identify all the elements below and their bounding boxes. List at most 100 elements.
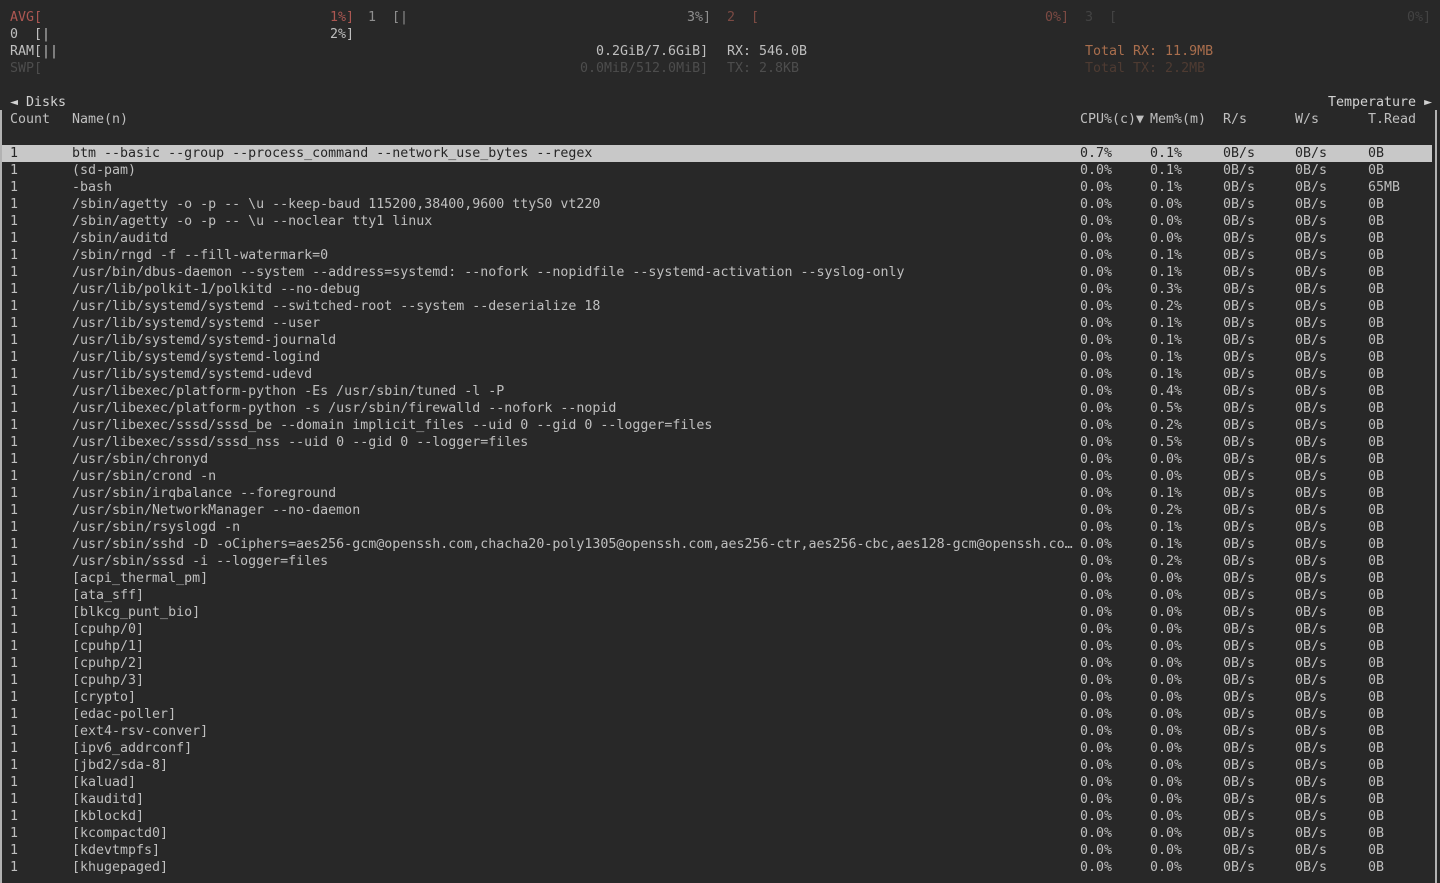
- process-total-read-cell: 0B: [1368, 485, 1384, 502]
- process-row[interactable]: 1 [cpuhp/2] 0.0% 0.0% 0B/s 0B/s 0B: [2, 655, 1432, 672]
- process-row[interactable]: 1 [crypto] 0.0% 0.0% 0B/s 0B/s 0B: [2, 689, 1432, 706]
- column-header-count[interactable]: Count: [10, 111, 50, 128]
- process-write-rate-cell: 0B/s: [1295, 247, 1327, 264]
- process-row[interactable]: 1 [ipv6_addrconf] 0.0% 0.0% 0B/s 0B/s 0B: [2, 740, 1432, 757]
- process-row[interactable]: 1 /usr/lib/systemd/systemd --switched-ro…: [2, 298, 1432, 315]
- process-row[interactable]: 1 /usr/lib/systemd/systemd-udevd 0.0% 0.…: [2, 366, 1432, 383]
- process-command-cell: [cpuhp/3]: [72, 672, 144, 689]
- column-header-read-rate[interactable]: R/s: [1223, 111, 1247, 128]
- process-command-cell: /sbin/agetty -o -p -- \u --keep-baud 115…: [72, 196, 600, 213]
- process-count-cell: 1: [10, 383, 18, 400]
- process-write-rate-cell: 0B/s: [1295, 451, 1327, 468]
- process-read-rate-cell: 0B/s: [1223, 723, 1255, 740]
- process-count-cell: 1: [10, 162, 18, 179]
- process-total-read-cell: 0B: [1368, 213, 1384, 230]
- process-row[interactable]: 1 [kauditd] 0.0% 0.0% 0B/s 0B/s 0B: [2, 791, 1432, 808]
- process-count-cell: 1: [10, 604, 18, 621]
- process-row[interactable]: 1 /usr/sbin/sssd -i --logger=files 0.0% …: [2, 553, 1432, 570]
- process-row[interactable]: 1 /usr/lib/polkit-1/polkitd --no-debug 0…: [2, 281, 1432, 298]
- process-count-cell: 1: [10, 366, 18, 383]
- cpu-avg-label: AVG[: [10, 9, 42, 26]
- process-row[interactable]: 1 [kblockd] 0.0% 0.0% 0B/s 0B/s 0B: [2, 808, 1432, 825]
- table-nav-bar: ◄ Disks Temperature ►: [0, 94, 1440, 111]
- process-write-rate-cell: 0B/s: [1295, 740, 1327, 757]
- process-mem-cell: 0.5%: [1150, 434, 1182, 451]
- process-row[interactable]: 1 /usr/lib/systemd/systemd-logind 0.0% 0…: [2, 349, 1432, 366]
- process-mem-cell: 0.1%: [1150, 332, 1182, 349]
- process-row[interactable]: 1 /usr/libexec/sssd/sssd_nss --uid 0 --g…: [2, 434, 1432, 451]
- process-cpu-cell: 0.0%: [1080, 383, 1112, 400]
- process-row[interactable]: 1 /usr/libexec/platform-python -Es /usr/…: [2, 383, 1432, 400]
- process-write-rate-cell: 0B/s: [1295, 774, 1327, 791]
- process-row[interactable]: 1 [edac-poller] 0.0% 0.0% 0B/s 0B/s 0B: [2, 706, 1432, 723]
- process-total-read-cell: 0B: [1368, 757, 1384, 774]
- process-command-cell: [cpuhp/2]: [72, 655, 144, 672]
- process-count-cell: 1: [10, 281, 18, 298]
- table-right-border: [1435, 110, 1437, 883]
- process-row[interactable]: 1 /sbin/agetty -o -p -- \u --noclear tty…: [2, 213, 1432, 230]
- process-count-cell: 1: [10, 519, 18, 536]
- process-row[interactable]: 1 /usr/sbin/chronyd 0.0% 0.0% 0B/s 0B/s …: [2, 451, 1432, 468]
- process-row[interactable]: 1 /usr/libexec/sssd/sssd_be --domain imp…: [2, 417, 1432, 434]
- column-header-mem[interactable]: Mem%(m): [1150, 111, 1206, 128]
- process-command-cell: [ipv6_addrconf]: [72, 740, 192, 757]
- process-total-read-cell: 0B: [1368, 383, 1384, 400]
- process-read-rate-cell: 0B/s: [1223, 315, 1255, 332]
- process-row[interactable]: 1 [blkcg_punt_bio] 0.0% 0.0% 0B/s 0B/s 0…: [2, 604, 1432, 621]
- process-row[interactable]: 1 [kdevtmpfs] 0.0% 0.0% 0B/s 0B/s 0B: [2, 842, 1432, 859]
- process-total-read-cell: 0B: [1368, 230, 1384, 247]
- process-row[interactable]: 1 /usr/sbin/NetworkManager --no-daemon 0…: [2, 502, 1432, 519]
- process-count-cell: 1: [10, 825, 18, 842]
- process-write-rate-cell: 0B/s: [1295, 400, 1327, 417]
- process-row[interactable]: 1 [kcompactd0] 0.0% 0.0% 0B/s 0B/s 0B: [2, 825, 1432, 842]
- process-row[interactable]: 1 [kaluad] 0.0% 0.0% 0B/s 0B/s 0B: [2, 774, 1432, 791]
- process-row[interactable]: 1 [khugepaged] 0.0% 0.0% 0B/s 0B/s 0B: [2, 859, 1432, 876]
- process-command-cell: btm --basic --group --process_command --…: [72, 145, 592, 162]
- column-header-write-rate[interactable]: W/s: [1295, 111, 1319, 128]
- process-write-rate-cell: 0B/s: [1295, 298, 1327, 315]
- process-row[interactable]: 1 /usr/lib/systemd/systemd-journald 0.0%…: [2, 332, 1432, 349]
- process-row[interactable]: 1 /usr/lib/systemd/systemd --user 0.0% 0…: [2, 315, 1432, 332]
- process-row[interactable]: 1 [cpuhp/3] 0.0% 0.0% 0B/s 0B/s 0B: [2, 672, 1432, 689]
- process-row[interactable]: 1 /usr/sbin/rsyslogd -n 0.0% 0.1% 0B/s 0…: [2, 519, 1432, 536]
- process-count-cell: 1: [10, 621, 18, 638]
- process-row[interactable]: 1 /sbin/rngd -f --fill-watermark=0 0.0% …: [2, 247, 1432, 264]
- process-command-cell: /usr/libexec/platform-python -s /usr/sbi…: [72, 400, 616, 417]
- process-row[interactable]: 1 /usr/libexec/platform-python -s /usr/s…: [2, 400, 1432, 417]
- process-row[interactable]: 1 btm --basic --group --process_command …: [2, 145, 1432, 162]
- nav-next-temperature-button[interactable]: Temperature ►: [1328, 94, 1432, 111]
- cpu2-label: 2 [: [727, 9, 759, 26]
- process-row[interactable]: 1 /usr/sbin/crond -n 0.0% 0.0% 0B/s 0B/s…: [2, 468, 1432, 485]
- process-row[interactable]: 1 [jbd2/sda-8] 0.0% 0.0% 0B/s 0B/s 0B: [2, 757, 1432, 774]
- process-write-rate-cell: 0B/s: [1295, 366, 1327, 383]
- process-count-cell: 1: [10, 706, 18, 723]
- nav-prev-disks-button[interactable]: ◄ Disks: [10, 94, 66, 111]
- process-row[interactable]: 1 [cpuhp/1] 0.0% 0.0% 0B/s 0B/s 0B: [2, 638, 1432, 655]
- column-header-total-read[interactable]: T.Read: [1368, 111, 1416, 128]
- process-read-rate-cell: 0B/s: [1223, 162, 1255, 179]
- process-row[interactable]: 1 [cpuhp/0] 0.0% 0.0% 0B/s 0B/s 0B: [2, 621, 1432, 638]
- process-mem-cell: 0.1%: [1150, 349, 1182, 366]
- process-row[interactable]: 1 [ata_sff] 0.0% 0.0% 0B/s 0B/s 0B: [2, 587, 1432, 604]
- process-row[interactable]: 1 [ext4-rsv-conver] 0.0% 0.0% 0B/s 0B/s …: [2, 723, 1432, 740]
- process-mem-cell: 0.1%: [1150, 315, 1182, 332]
- process-row[interactable]: 1 [acpi_thermal_pm] 0.0% 0.0% 0B/s 0B/s …: [2, 570, 1432, 587]
- process-row[interactable]: 1 -bash 0.0% 0.1% 0B/s 0B/s 65MB: [2, 179, 1432, 196]
- column-header-cpu-sorted[interactable]: CPU%(c)▼: [1080, 111, 1144, 128]
- process-count-cell: 1: [10, 587, 18, 604]
- process-row[interactable]: 1 /usr/sbin/sshd -D -oCiphers=aes256-gcm…: [2, 536, 1432, 553]
- process-command-cell: [kblockd]: [72, 808, 144, 825]
- process-row[interactable]: 1 /sbin/agetty -o -p -- \u --keep-baud 1…: [2, 196, 1432, 213]
- column-header-name[interactable]: Name(n): [72, 111, 128, 128]
- process-command-cell: /usr/bin/dbus-daemon --system --address=…: [72, 264, 905, 281]
- process-total-read-cell: 0B: [1368, 332, 1384, 349]
- process-row[interactable]: 1 /sbin/auditd 0.0% 0.0% 0B/s 0B/s 0B: [2, 230, 1432, 247]
- process-write-rate-cell: 0B/s: [1295, 723, 1327, 740]
- process-row[interactable]: 1 /usr/bin/dbus-daemon --system --addres…: [2, 264, 1432, 281]
- process-read-rate-cell: 0B/s: [1223, 655, 1255, 672]
- process-write-rate-cell: 0B/s: [1295, 162, 1327, 179]
- process-row[interactable]: 1 /usr/sbin/irqbalance --foreground 0.0%…: [2, 485, 1432, 502]
- process-row[interactable]: 1 (sd-pam) 0.0% 0.1% 0B/s 0B/s 0B: [2, 162, 1432, 179]
- process-command-cell: [edac-poller]: [72, 706, 176, 723]
- process-count-cell: 1: [10, 536, 18, 553]
